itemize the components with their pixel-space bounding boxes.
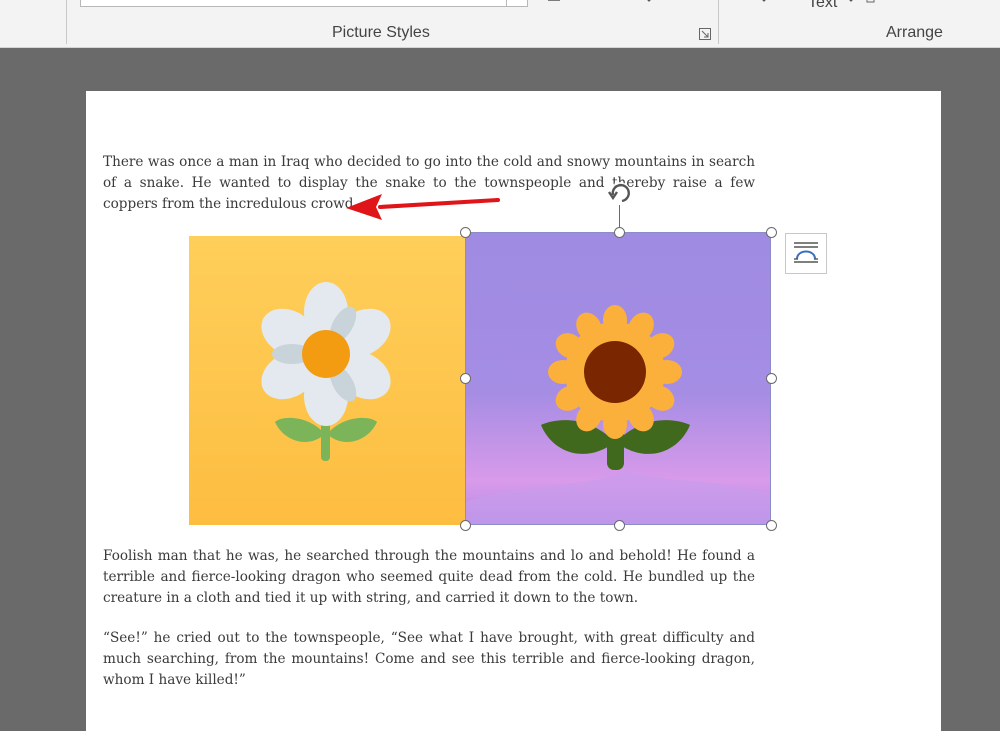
border-icon[interactable] (548, 0, 562, 4)
paragraph-3[interactable]: “See!” he cried out to the townspeople, … (103, 628, 755, 691)
resize-handle-left[interactable] (460, 373, 471, 384)
layout-options-button[interactable] (785, 233, 827, 274)
picture-styles-gallery[interactable] (80, 0, 528, 7)
resize-handle-top-right[interactable] (766, 227, 777, 238)
rotate-handle-icon[interactable] (605, 178, 635, 208)
chevron-down-icon[interactable] (759, 0, 769, 4)
chevron-down-icon[interactable] (846, 0, 856, 4)
resize-handle-bottom[interactable] (614, 520, 625, 531)
ribbon-separator (66, 0, 67, 44)
white-flower-icon (189, 236, 466, 525)
annotation-arrow-icon (346, 194, 500, 220)
wrap-text-button-label[interactable]: Text (808, 0, 837, 12)
bring-forward-icon[interactable] (866, 0, 876, 4)
flower-image[interactable] (189, 236, 466, 525)
picture-styles-group-label: Picture Styles (332, 24, 430, 41)
layout-options-icon (794, 242, 818, 263)
paragraph-2[interactable]: Foolish man that he was, he searched thr… (103, 546, 755, 609)
sunflower-icon (465, 232, 771, 525)
resize-handle-top[interactable] (614, 227, 625, 238)
resize-handle-right[interactable] (766, 373, 777, 384)
resize-handle-bottom-right[interactable] (766, 520, 777, 531)
dialog-launcher-icon[interactable] (699, 28, 711, 40)
arrange-group-label: Arrange (886, 24, 943, 41)
ribbon: Text Picture Styles Arrange (0, 0, 1000, 48)
sunflower-image[interactable] (465, 232, 771, 525)
resize-handle-bottom-left[interactable] (460, 520, 471, 531)
dropdown-icon[interactable] (644, 0, 654, 4)
gallery-more-button[interactable] (506, 0, 527, 6)
ribbon-separator (718, 0, 719, 44)
resize-handle-top-left[interactable] (460, 227, 471, 238)
